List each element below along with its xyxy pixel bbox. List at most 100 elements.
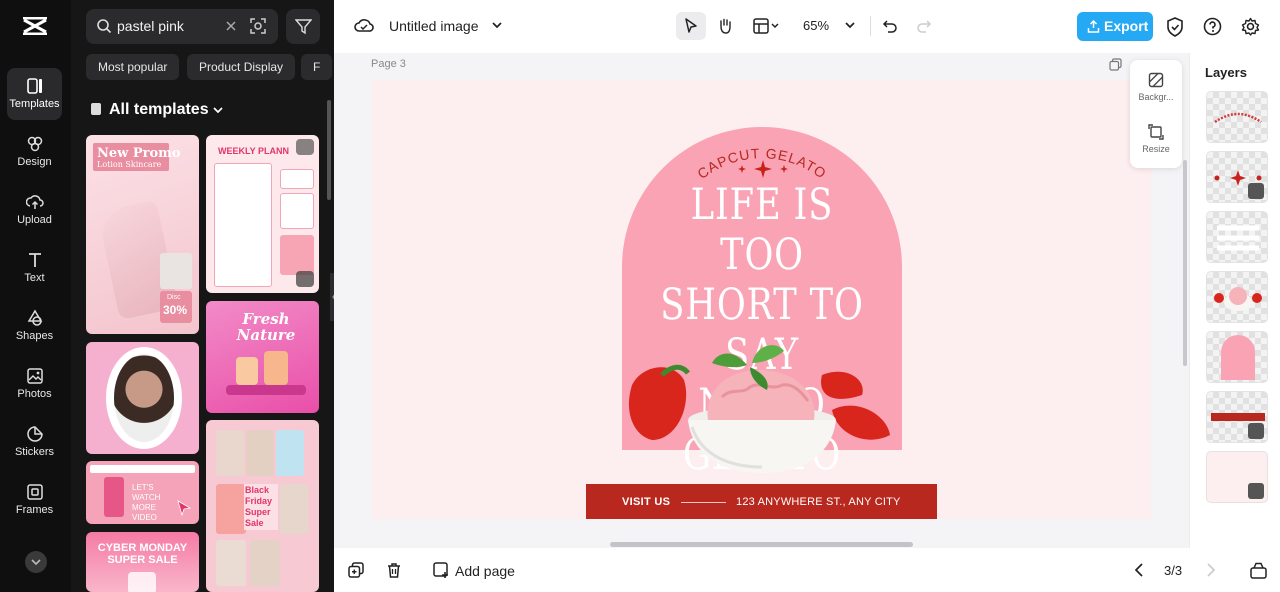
section-title[interactable]: All templates [91, 101, 223, 119]
sparkle-icon[interactable] [736, 158, 790, 180]
left-rail: Templates Design Upload Text Shapes Phot… [0, 0, 71, 592]
export-icon [1087, 20, 1100, 33]
address-banner[interactable]: VISIT US 123 ANYWHERE ST., ANY CITY [586, 484, 937, 519]
chevron-down-icon[interactable] [491, 20, 503, 30]
search-input[interactable]: pastel pink [86, 9, 278, 44]
layer-item[interactable] [1206, 91, 1268, 143]
resize-button[interactable]: Resize [1130, 124, 1182, 154]
rail-label: Design [17, 156, 52, 168]
resize-label: Resize [1142, 144, 1170, 154]
filter-button[interactable] [286, 9, 320, 44]
export-label: Export [1104, 18, 1149, 34]
template-card-watch-video[interactable]: LET'S WATCH MORE VIDEO [86, 461, 199, 524]
clear-icon[interactable] [224, 19, 238, 33]
chip-more[interactable]: F [301, 54, 333, 80]
canvas-horizontal-scrollbar[interactable] [610, 542, 913, 547]
design-icon [27, 136, 42, 152]
page-label: Page 3 [371, 58, 406, 70]
chip-most-popular[interactable]: Most popular [86, 54, 180, 80]
search-icon [97, 19, 112, 34]
chevron-down-icon [212, 107, 223, 114]
image-search-icon[interactable] [249, 17, 267, 35]
export-button[interactable]: Export [1077, 12, 1153, 41]
layers-title: Layers [1205, 65, 1247, 80]
layers-scrollbar[interactable] [1183, 160, 1187, 366]
template-card-promo[interactable]: New Promo Lotion Skincare Disc 30% [86, 135, 199, 334]
section-title-label: All templates [109, 101, 209, 118]
undo-button[interactable] [875, 12, 905, 40]
rail-item-templates[interactable]: Templates [7, 68, 62, 120]
chip-product-display[interactable]: Product Display [187, 54, 296, 80]
undo-icon [882, 20, 897, 33]
template-card-portrait[interactable] [86, 342, 199, 454]
duplicate-icon[interactable] [348, 562, 364, 578]
hand-tool-button[interactable] [710, 12, 740, 40]
rail-item-frames[interactable]: Frames [7, 474, 62, 526]
template-card-cyber-monday[interactable]: CYBER MONDAY SUPER SALE [86, 532, 199, 592]
zoom-level[interactable]: 65% [803, 18, 829, 33]
gelato-bowl-image[interactable] [622, 335, 902, 475]
pages-panel-icon[interactable] [1250, 562, 1267, 579]
layer-item[interactable] [1206, 211, 1268, 263]
frames-icon [26, 484, 43, 500]
help-icon[interactable] [1203, 17, 1222, 36]
gear-icon[interactable] [1241, 17, 1260, 36]
duplicate-page-icon[interactable] [1109, 58, 1122, 71]
panel-scrollbar[interactable] [327, 100, 331, 200]
text-icon [28, 253, 41, 267]
canvas-area[interactable]: Page 3 CAPCUT GELATO LIFE IS TOO SHORT T… [334, 53, 1189, 548]
background-button[interactable]: Backgr... [1130, 72, 1182, 102]
add-page-button[interactable]: Add page [455, 563, 515, 579]
design-page[interactable]: CAPCUT GELATO LIFE IS TOO SHORT TO SAY N… [372, 80, 1151, 519]
rail-label: Shapes [15, 330, 54, 342]
layer-item[interactable] [1206, 451, 1268, 503]
rail-label: Templates [9, 98, 60, 110]
headline-line: LIFE IS TOO [690, 180, 834, 280]
rail-item-photos[interactable]: Photos [7, 358, 62, 410]
layer-item[interactable] [1206, 271, 1268, 323]
chevron-down-icon [31, 559, 41, 566]
stickers-icon [26, 426, 43, 442]
cloud-icon[interactable] [354, 16, 374, 34]
hand-icon [720, 18, 731, 34]
more-apps-button[interactable] [25, 551, 47, 573]
banner-divider [681, 502, 726, 503]
layers-panel: Layers [1189, 53, 1280, 548]
app-window: Templates Design Upload Text Shapes Phot… [0, 0, 1280, 592]
rail-item-upload[interactable]: Upload [7, 184, 62, 236]
chevron-left-icon[interactable] [1133, 562, 1147, 578]
floating-tools-panel: Backgr... Resize [1130, 60, 1182, 168]
layout-tool-button[interactable] [746, 12, 788, 40]
template-card-fresh-nature[interactable]: Fresh Nature [206, 301, 319, 413]
layer-item[interactable] [1206, 391, 1268, 443]
rail-label: Photos [17, 388, 52, 400]
redo-button[interactable] [909, 12, 939, 40]
rail-label: Upload [17, 214, 52, 226]
template-text: Lotion Skincare [97, 160, 162, 169]
add-page-icon[interactable] [433, 562, 450, 579]
rail-label: Stickers [14, 446, 55, 458]
select-tool-button[interactable] [676, 12, 706, 40]
chevron-down-icon[interactable] [844, 20, 856, 30]
lock-icon [1248, 483, 1264, 499]
chevron-right-icon[interactable] [1203, 562, 1217, 578]
template-card-planner[interactable]: WEEKLY PLANN [206, 135, 319, 293]
rail-item-shapes[interactable]: Shapes [7, 300, 62, 352]
template-card-black-friday[interactable]: Black Friday Super Sale [206, 420, 319, 592]
capcut-logo[interactable] [22, 14, 48, 38]
cursor-icon [177, 500, 192, 517]
layer-preview-gelato [1214, 287, 1262, 311]
shapes-icon [27, 309, 42, 326]
templates-panel: pastel pink Most popular Product Display… [71, 0, 334, 592]
template-text: WEEKLY PLANN [218, 146, 290, 156]
document-title[interactable]: Untitled image [389, 18, 479, 34]
trash-icon[interactable] [386, 562, 402, 578]
shield-icon[interactable] [1166, 17, 1184, 37]
redo-icon [917, 20, 932, 33]
rail-item-design[interactable]: Design [7, 126, 62, 178]
rail-item-text[interactable]: Text [7, 242, 62, 294]
layer-item[interactable] [1206, 331, 1268, 383]
rail-item-stickers[interactable]: Stickers [7, 416, 62, 468]
layer-preview-arch [1221, 335, 1255, 380]
layer-item[interactable] [1206, 151, 1268, 203]
